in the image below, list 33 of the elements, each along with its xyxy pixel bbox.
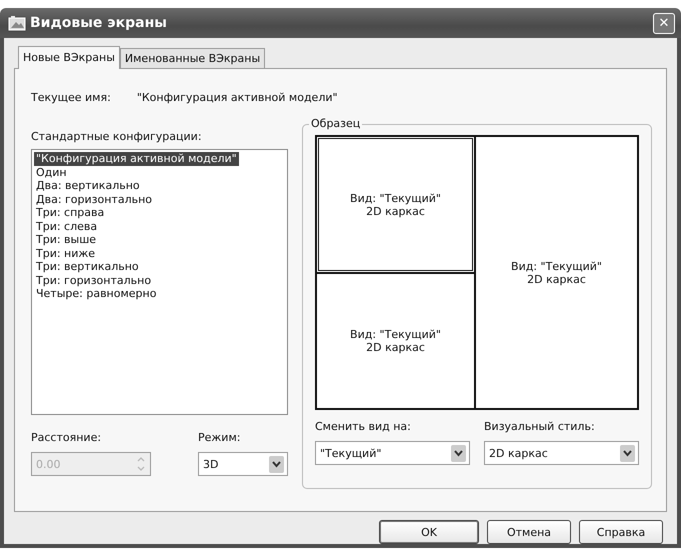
window-icon xyxy=(8,15,26,31)
dialog-button[interactable]: Отмена xyxy=(487,520,571,544)
list-item[interactable]: Два: горизонтально xyxy=(34,192,154,206)
change-view-dropdown[interactable]: "Текущий" xyxy=(315,441,470,465)
list-item[interactable]: Один xyxy=(34,166,69,179)
list-item[interactable]: Три: вертикально xyxy=(34,260,141,274)
list-item[interactable]: Три: слева xyxy=(34,220,100,233)
list-item[interactable]: Три: справа xyxy=(34,206,106,220)
list-item[interactable]: Три: горизонтально xyxy=(34,274,154,287)
close-button[interactable]: ✕ xyxy=(653,12,675,34)
viewport[interactable]: Вид: "Текущий" 2D каркас xyxy=(475,136,638,409)
preview-group-label: Образец xyxy=(309,117,362,130)
distance-label: Расстояние: xyxy=(31,431,102,444)
visual-style-dropdown[interactable]: 2D каркас xyxy=(484,441,639,465)
dialog-button[interactable]: OK xyxy=(379,520,479,544)
list-item[interactable]: Четыре: равномерно xyxy=(34,287,158,300)
list-item[interactable]: Два: вертикально xyxy=(34,179,142,192)
current-name-value: "Конфигурация активной модели" xyxy=(136,91,338,104)
tab[interactable]: Новые ВЭкраны xyxy=(18,46,120,69)
window-title: Видовые экраны xyxy=(30,15,168,31)
list-item[interactable]: Три: ниже xyxy=(34,246,98,260)
viewport[interactable]: Вид: "Текущий" 2D каркас xyxy=(316,273,475,409)
visual-style-label: Визуальный стиль: xyxy=(484,420,596,433)
dialog-button[interactable]: Справка xyxy=(579,520,663,544)
list-item[interactable]: Три: выше xyxy=(34,233,98,246)
change-view-label: Сменить вид на: xyxy=(315,420,412,433)
mode-dropdown[interactable]: 3D xyxy=(198,452,288,476)
mode-label: Режим: xyxy=(198,431,242,444)
tab[interactable]: Именованные ВЭкраны xyxy=(120,48,266,68)
list-item[interactable]: "Конфигурация активной модели" xyxy=(34,152,239,166)
viewport[interactable]: Вид: "Текущий" 2D каркас xyxy=(316,136,475,273)
current-name-label: Текущее имя: xyxy=(31,91,111,104)
configurations-label: Стандартные конфигурации: xyxy=(31,130,203,143)
